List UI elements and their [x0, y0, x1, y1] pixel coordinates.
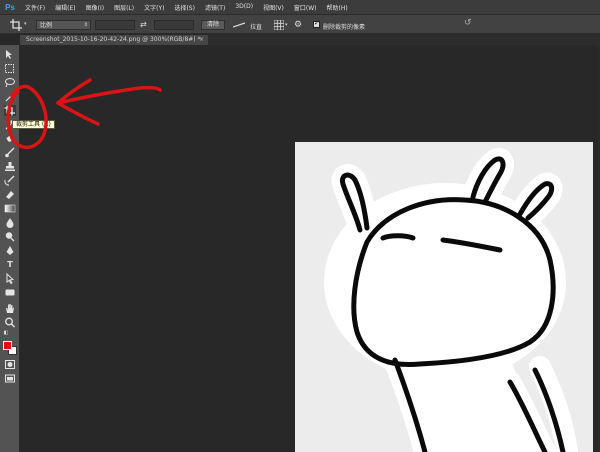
ratio-select[interactable]: 比例 ⇕ — [36, 20, 91, 30]
history-brush-tool-icon[interactable] — [4, 175, 16, 186]
brush-tool-icon[interactable] — [4, 147, 16, 158]
pen-tool-icon[interactable] — [4, 245, 16, 256]
menu-bar: Ps 文件(F) 编辑(E) 图像(I) 图层(L) 文字(Y) 选择(S) 滤… — [0, 0, 600, 14]
document-tab-bar: Screenshot_2015-10-16-20-42-24.png @ 300… — [20, 35, 600, 45]
crop-icon[interactable] — [10, 19, 22, 31]
tool-preset-caret-icon[interactable]: ▾ — [24, 21, 27, 27]
delete-cropped-label: 删除裁剪的像素 — [323, 24, 366, 31]
lasso-tool-icon[interactable] — [4, 77, 16, 88]
red-arrow-shaft — [56, 85, 162, 105]
menu-window[interactable]: 窗口(W) — [289, 3, 322, 12]
reset-icon[interactable]: ↺ — [464, 18, 472, 28]
overlay-grid-icon[interactable] — [274, 20, 284, 30]
width-field[interactable] — [95, 20, 135, 30]
photoshop-logo-icon: Ps — [5, 2, 15, 12]
hand-tool-icon[interactable] — [4, 303, 16, 314]
menu-view[interactable]: 视图(V) — [258, 3, 289, 12]
height-field[interactable] — [154, 20, 194, 30]
close-icon[interactable]: × — [199, 35, 204, 45]
straighten-icon[interactable] — [233, 22, 245, 28]
ratio-select-value: 比例 — [40, 22, 53, 29]
document-tab[interactable]: Screenshot_2015-10-16-20-42-24.png @ 300… — [20, 35, 208, 45]
menu-image[interactable]: 图像(I) — [81, 3, 109, 12]
move-tool-icon[interactable] — [4, 49, 16, 60]
rectangle-tool-icon[interactable] — [4, 287, 16, 298]
straighten-label[interactable]: 拉直 — [250, 22, 262, 31]
type-tool-icon[interactable]: T — [4, 259, 16, 270]
menu-help[interactable]: 帮助(H) — [322, 3, 353, 12]
path-selection-tool-icon[interactable] — [4, 273, 16, 284]
menu-items: 文件(F) 编辑(E) 图像(I) 图层(L) 文字(Y) 选择(S) 滤镜(T… — [20, 3, 353, 12]
toolbox: T ◧ — [0, 45, 20, 452]
healing-brush-tool-icon[interactable] — [4, 133, 16, 144]
menu-filter[interactable]: 滤镜(T) — [200, 3, 230, 12]
eraser-tool-icon[interactable] — [4, 189, 16, 200]
dodge-tool-icon[interactable] — [4, 231, 16, 242]
menu-file[interactable]: 文件(F) — [20, 3, 50, 12]
screen-mode-icon[interactable] — [4, 373, 16, 384]
canvas-image[interactable] — [295, 142, 593, 452]
menu-3d[interactable]: 3D(D) — [230, 3, 258, 12]
clear-button[interactable]: 清除 — [201, 20, 225, 30]
crop-tool-tooltip: 裁剪工具 (C) — [12, 120, 55, 129]
zoom-tool-icon[interactable] — [4, 317, 16, 328]
blur-tool-icon[interactable] — [4, 217, 16, 228]
default-colors-icon[interactable]: ◧ — [2, 330, 10, 336]
options-bar: ▾ 比例 ⇕ ⇄ 清除 拉直 ▾ ⚙ 删除裁剪的像素 ↺ — [0, 14, 600, 34]
marquee-tool-icon[interactable] — [4, 63, 16, 74]
overlay-caret-icon[interactable]: ▾ — [285, 22, 288, 28]
gradient-tool-icon[interactable] — [4, 203, 16, 214]
quick-mask-icon[interactable] — [4, 359, 16, 370]
clone-stamp-tool-icon[interactable] — [4, 161, 16, 172]
crop-tool-icon[interactable] — [4, 105, 16, 116]
delete-cropped-checkbox[interactable] — [313, 19, 320, 28]
swap-icon[interactable]: ⇄ — [140, 20, 147, 29]
menu-select[interactable]: 选择(S) — [169, 3, 200, 12]
gear-icon[interactable]: ⚙ — [294, 19, 302, 31]
red-arrow-head-bottom — [56, 101, 100, 126]
magic-wand-tool-icon[interactable] — [4, 91, 16, 102]
red-arrow-head-top — [56, 78, 92, 105]
foreground-color-swatch[interactable] — [3, 341, 12, 350]
menu-layer[interactable]: 图层(L) — [109, 3, 139, 12]
chevron-down-icon: ⇕ — [83, 22, 88, 28]
menu-edit[interactable]: 编辑(E) — [50, 3, 80, 12]
cartoon-rabbit-illustration — [324, 148, 578, 452]
menu-type[interactable]: 文字(Y) — [139, 3, 169, 12]
document-tab-title: Screenshot_2015-10-16-20-42-24.png @ 300… — [26, 36, 201, 43]
